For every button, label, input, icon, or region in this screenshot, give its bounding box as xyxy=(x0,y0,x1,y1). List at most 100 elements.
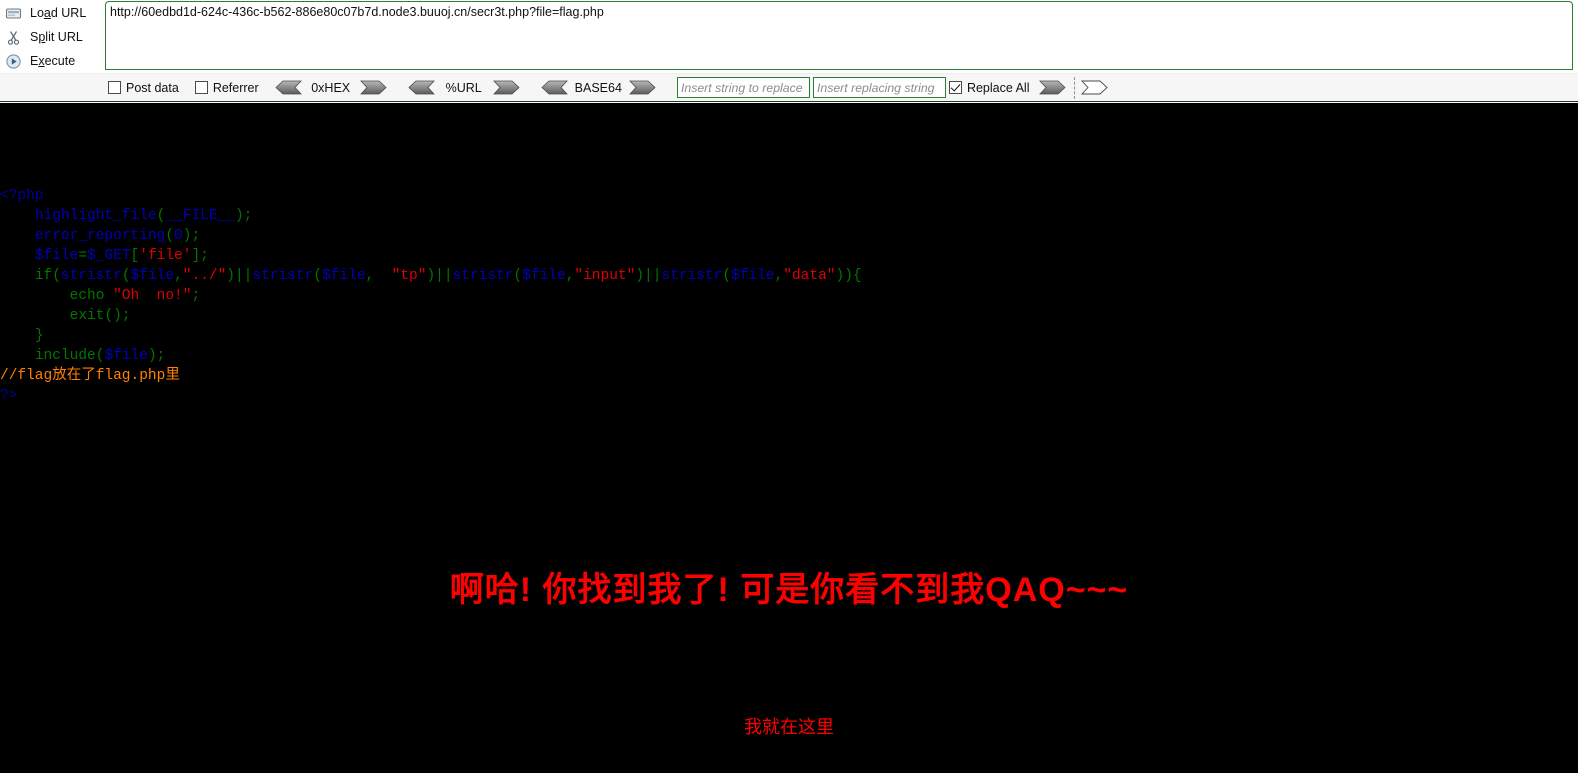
hex-encode-arrow-icon[interactable] xyxy=(359,80,387,95)
code-token: ( xyxy=(121,267,131,284)
url-input[interactable]: http://60edbd1d-624c-436c-b562-886e80c07… xyxy=(105,1,1573,70)
scissors-icon xyxy=(5,29,22,46)
code-token: highlight_file xyxy=(34,207,157,224)
code-token: include xyxy=(34,347,96,364)
replace-apply-arrow-icon[interactable] xyxy=(1039,80,1067,95)
base64-encoder-group: BASE64 xyxy=(541,80,656,95)
replace-search-input[interactable] xyxy=(676,77,810,98)
code-token: ( xyxy=(722,267,732,284)
code-token: 'file' xyxy=(139,247,192,264)
post-data-checkbox[interactable]: Post data xyxy=(108,81,179,95)
load-url-icon xyxy=(5,5,22,22)
base64-encode-arrow-icon[interactable] xyxy=(629,80,656,95)
code-token: exit xyxy=(69,307,105,324)
toolbar-separator xyxy=(1074,76,1076,99)
post-data-checkbox-box[interactable] xyxy=(108,81,121,94)
code-token: stristr xyxy=(452,267,514,284)
code-token: "../" xyxy=(182,267,227,284)
execute-button[interactable]: Execute xyxy=(0,49,105,73)
hackbar-top-row: Load URL Split URL Execute http://60edbd… xyxy=(0,0,1578,73)
code-token: ( xyxy=(513,267,523,284)
code-token: ]; xyxy=(191,247,209,264)
url-encode-arrow-icon[interactable] xyxy=(492,80,520,95)
code-token: error_reporting xyxy=(34,227,166,244)
hex-encoder-group: 0xHEX xyxy=(275,80,387,95)
page-content: <?php highlight_file ( __FILE__); error_re… xyxy=(0,103,1578,773)
here-i-am-message: 我就在这里 xyxy=(744,717,834,737)
code-token: , xyxy=(365,267,392,284)
replace-all-checkbox-box[interactable] xyxy=(948,81,962,94)
post-data-label: Post data xyxy=(126,80,179,95)
replace-with-input[interactable] xyxy=(812,77,946,98)
code-token: $file xyxy=(130,267,175,284)
code-token: //flag放在了flag.php里 xyxy=(0,367,180,384)
split-url-label: Split URL xyxy=(30,30,83,44)
url-input-wrapper: http://60edbd1d-624c-436c-b562-886e80c07… xyxy=(105,0,1578,73)
code-token: "Oh no!" xyxy=(113,287,192,304)
code-token: if xyxy=(34,267,53,284)
referrer-checkbox-box[interactable] xyxy=(194,81,208,94)
found-me-message: 啊哈! 你找到我了! 可是你看不到我QAQ~~~ xyxy=(449,571,1129,609)
url-encoder-group: %URL xyxy=(408,80,520,95)
code-token: $file xyxy=(104,347,148,364)
code-token: $file xyxy=(522,267,566,284)
code-token: __FILE__ xyxy=(165,207,235,224)
referrer-checkbox[interactable]: Referrer xyxy=(194,80,259,95)
code-token: } xyxy=(34,327,44,344)
php-source-listing: <?php highlight_file ( __FILE__); error_re… xyxy=(0,186,862,406)
code-token: 0 xyxy=(174,227,183,244)
hex-decode-arrow-icon[interactable] xyxy=(275,80,302,95)
code-token: <?php xyxy=(0,187,44,204)
code-token: [ xyxy=(130,247,140,264)
code-token: $file xyxy=(34,247,79,264)
code-token: ( xyxy=(52,267,61,284)
code-token: )){ xyxy=(835,267,862,284)
code-token: ( xyxy=(313,267,323,284)
code-token: $file xyxy=(322,267,366,284)
code-token: stristr xyxy=(252,267,314,284)
base64-encoder-label: BASE64 xyxy=(574,80,622,95)
execute-label: Execute xyxy=(30,54,76,68)
code-token: echo xyxy=(69,287,105,304)
code-token: (); xyxy=(104,307,131,324)
code-token: ); xyxy=(147,347,166,364)
code-token: , xyxy=(174,267,183,284)
code-token: "tp" xyxy=(391,267,427,284)
referrer-label: Referrer xyxy=(212,80,259,95)
base64-decode-arrow-icon[interactable] xyxy=(541,80,568,95)
code-token: "input" xyxy=(574,267,636,284)
code-token: = xyxy=(78,247,88,264)
code-token: )|| xyxy=(426,267,453,284)
load-url-label: Load URL xyxy=(30,6,87,20)
code-token: $_GET xyxy=(87,247,131,264)
code-token: stristr xyxy=(661,267,723,284)
hackbar-toolbar: Load URL Split URL Execute http://60edbd… xyxy=(0,0,1578,103)
split-url-button[interactable]: Split URL xyxy=(0,25,105,49)
code-token: stristr xyxy=(60,267,122,284)
code-token: $file xyxy=(731,267,775,284)
code-token: ); xyxy=(182,227,201,244)
code-token: ); xyxy=(234,207,253,224)
code-token: , xyxy=(774,267,784,284)
url-encoder-label: %URL xyxy=(445,80,482,95)
replace-all-label: Replace All xyxy=(966,80,1030,95)
load-url-button[interactable]: Load URL xyxy=(0,1,105,25)
extra-action-arrow-icon[interactable] xyxy=(1081,80,1109,95)
url-decode-arrow-icon[interactable] xyxy=(408,80,435,95)
code-token: )|| xyxy=(635,267,662,284)
code-token: ; xyxy=(191,287,201,304)
code-token: ?> xyxy=(0,387,18,404)
replace-all-checkbox[interactable]: Replace All xyxy=(948,80,1030,95)
code-token: )|| xyxy=(226,267,253,284)
hackbar-options-row: Post data Referrer 0xHEX %URL BASE64 Ins… xyxy=(0,73,1578,102)
code-token: "data" xyxy=(783,267,836,284)
